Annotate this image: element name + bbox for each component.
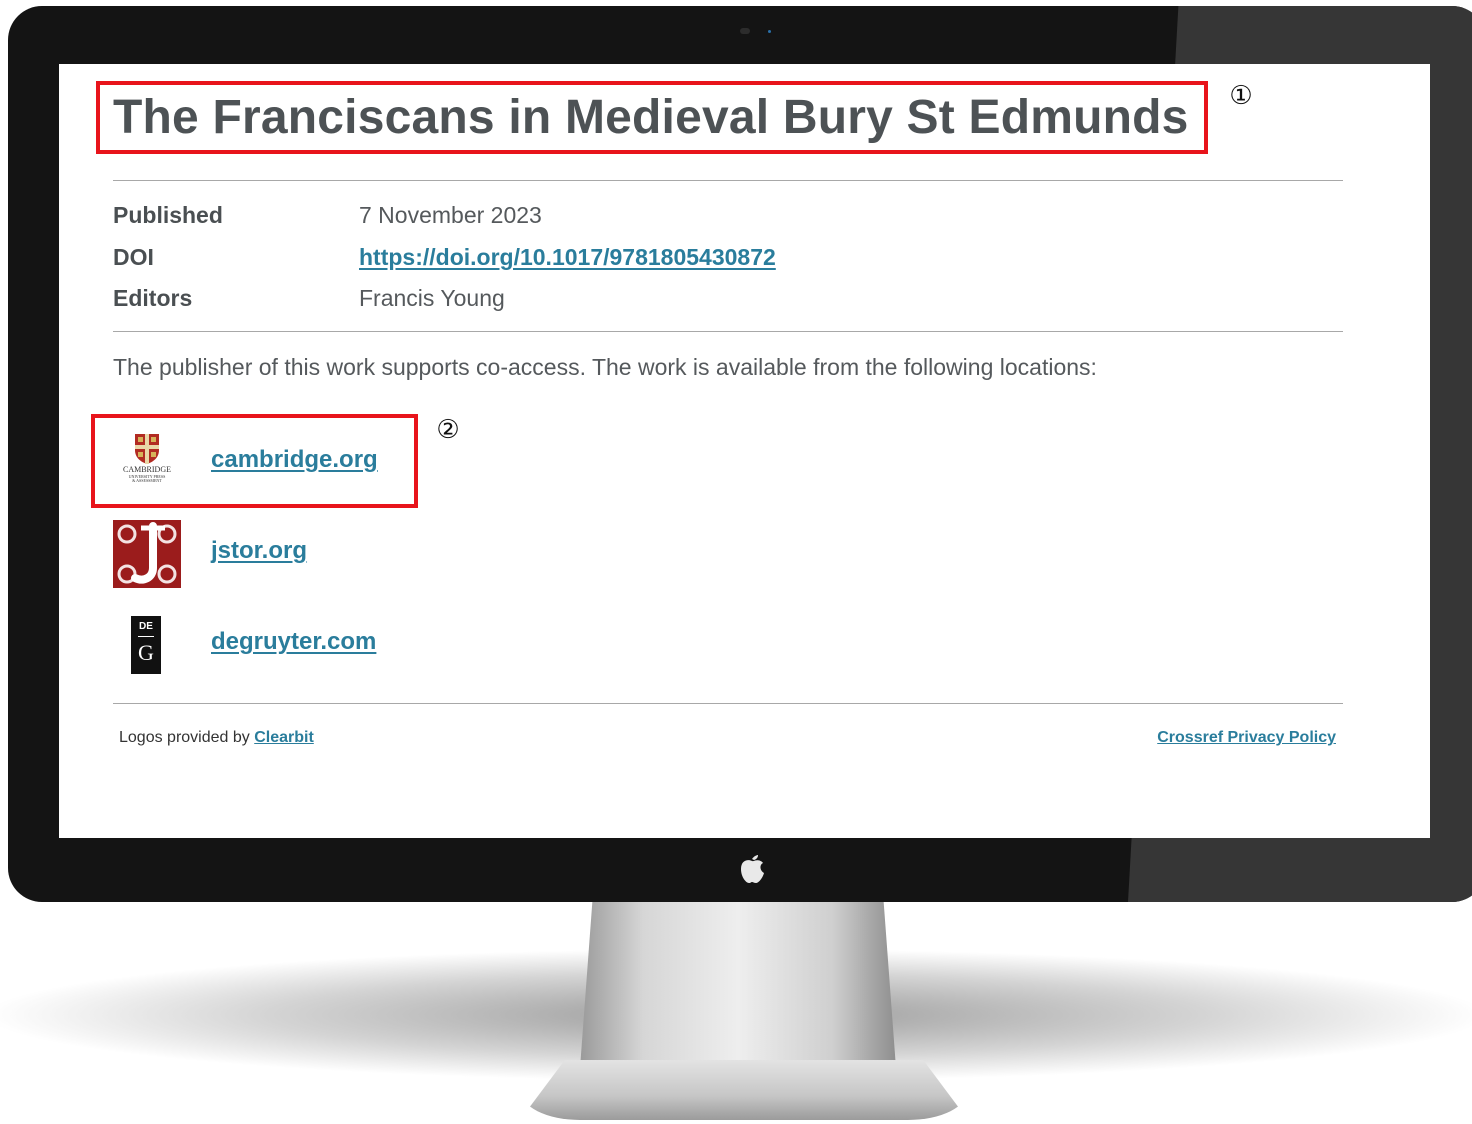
divider-middle xyxy=(113,331,1343,332)
footer-logos-prefix: Logos provided by xyxy=(119,729,250,746)
cambridge-logo-line-3: & ASSESSMENT xyxy=(132,478,162,483)
annotation-marker-1-label: ① xyxy=(1229,81,1253,111)
camera-light-icon xyxy=(768,30,771,33)
annotation-marker-2-label: ② xyxy=(436,415,460,445)
screen: The Franciscans in Medieval Bury St Edmu… xyxy=(59,64,1430,838)
location-link-jstor[interactable]: jstor.org xyxy=(211,537,307,565)
published-label: Published xyxy=(113,202,223,228)
divider-bottom xyxy=(113,703,1343,704)
cambridge-logo-word: CAMBRIDGE xyxy=(122,465,171,474)
editors-value: Francis Young xyxy=(359,285,505,311)
location-link-degruyter[interactable]: degruyter.com xyxy=(211,628,376,656)
degruyter-logo-icon[interactable]: DE G xyxy=(131,616,161,674)
jstor-logo-icon[interactable] xyxy=(113,520,181,588)
degruyter-logo-de: DE xyxy=(139,621,153,632)
monitor-stand xyxy=(580,898,896,1068)
apple-logo-icon xyxy=(728,848,776,888)
footer-logos-credit: Logos provided by Clearbit xyxy=(119,729,314,747)
doi-link[interactable]: https://doi.org/10.1017/9781805430872 xyxy=(359,244,776,271)
jstor-logo-svg xyxy=(113,520,181,588)
camera-icon xyxy=(740,28,750,34)
degruyter-logo-g: G xyxy=(138,640,154,665)
monitor-stand-base xyxy=(520,1060,968,1120)
editors-label: Editors xyxy=(113,285,193,311)
published-value: 7 November 2023 xyxy=(359,202,542,228)
clearbit-link[interactable]: Clearbit xyxy=(254,729,314,746)
annotation-marker-2: ② xyxy=(433,416,463,446)
crossref-privacy-policy-link[interactable]: Crossref Privacy Policy xyxy=(1157,729,1336,747)
doi-label: DOI xyxy=(113,244,154,270)
annotation-marker-1: ① xyxy=(1226,82,1256,112)
degruyter-logo-rule xyxy=(138,636,154,637)
page-title: The Franciscans in Medieval Bury St Edmu… xyxy=(113,91,1189,144)
location-link-cambridge[interactable]: cambridge.org xyxy=(211,446,378,474)
cambridge-logo-icon[interactable]: CAMBRIDGE UNIVERSITY PRESS & ASSESSMENT xyxy=(117,432,177,488)
coaccess-text: The publisher of this work supports co-a… xyxy=(113,354,1097,380)
divider-top xyxy=(113,180,1343,181)
apple-logo-svg xyxy=(741,855,764,883)
